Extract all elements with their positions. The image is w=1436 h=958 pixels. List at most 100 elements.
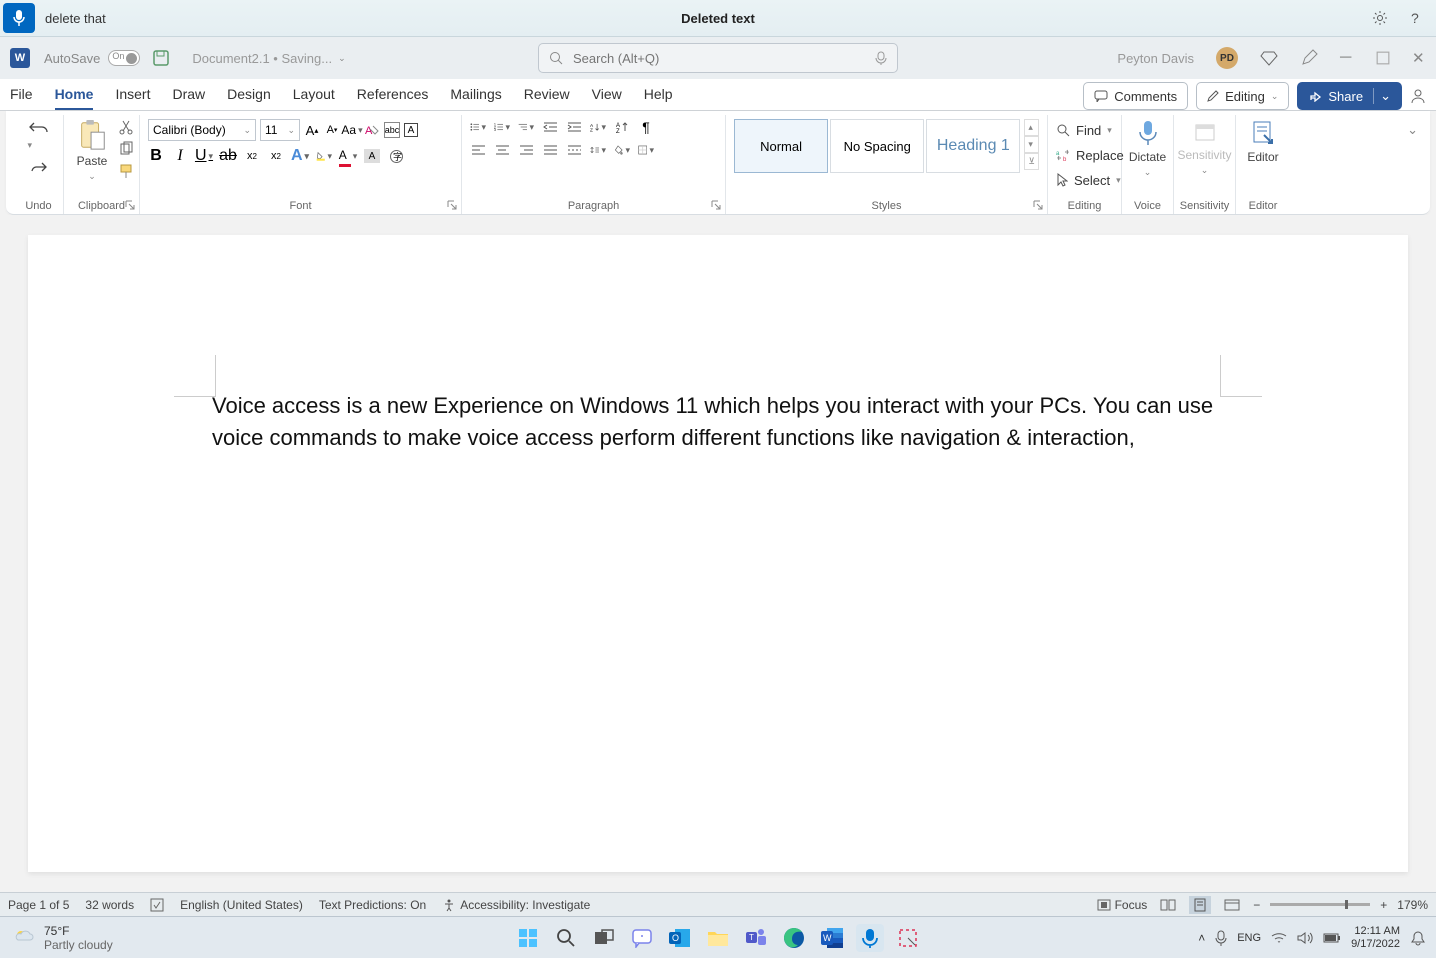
editing-mode-button[interactable]: Editing⌄ — [1196, 82, 1289, 110]
spelling-icon[interactable] — [150, 898, 164, 912]
launcher-icon[interactable] — [711, 200, 721, 210]
tab-help[interactable]: Help — [644, 86, 673, 110]
launcher-icon[interactable] — [1033, 200, 1043, 210]
borders-button[interactable] — [638, 142, 654, 158]
font-size-combo[interactable]: 11⌄ — [260, 119, 300, 141]
read-mode-button[interactable] — [1157, 896, 1179, 914]
tab-mailings[interactable]: Mailings — [450, 86, 501, 110]
share-button[interactable]: Share⌄ — [1297, 82, 1402, 110]
word-count[interactable]: 32 words — [85, 898, 134, 912]
style-heading-1[interactable]: Heading 1 — [926, 119, 1020, 173]
page-indicator[interactable]: Page 1 of 5 — [8, 898, 69, 912]
redo-button[interactable] — [30, 161, 48, 175]
notifications-icon[interactable] — [1410, 930, 1426, 946]
cut-icon[interactable] — [118, 119, 134, 135]
minimize-button[interactable]: ─ — [1340, 49, 1354, 67]
justify-button[interactable] — [542, 142, 558, 158]
strikethrough-button[interactable]: ab — [220, 148, 236, 164]
tab-draw[interactable]: Draw — [172, 86, 205, 110]
launcher-icon[interactable] — [125, 200, 135, 210]
superscript-button[interactable]: x2 — [268, 148, 284, 164]
select-button[interactable]: Select▾ — [1056, 169, 1121, 191]
maximize-button[interactable] — [1376, 51, 1390, 65]
voice-access-app-button[interactable] — [856, 924, 884, 952]
phonetic-icon[interactable]: abc — [384, 122, 400, 138]
change-case-button[interactable]: Aa — [344, 122, 360, 138]
chevron-down-icon[interactable]: ⌄ — [338, 53, 346, 64]
copy-icon[interactable] — [118, 141, 134, 157]
start-button[interactable] — [514, 924, 542, 952]
comments-button[interactable]: Comments — [1083, 82, 1188, 110]
text-effects-button[interactable]: A — [292, 148, 308, 164]
char-border-icon[interactable]: A — [404, 123, 418, 137]
subscript-button[interactable]: x2 — [244, 148, 260, 164]
wifi-icon[interactable] — [1271, 932, 1287, 944]
shrink-font-icon[interactable]: A▾ — [324, 122, 340, 138]
zoom-in-button[interactable]: + — [1380, 898, 1387, 912]
tab-insert[interactable]: Insert — [115, 86, 150, 110]
weather-widget[interactable]: 75°FPartly cloudy — [0, 924, 113, 952]
user-name[interactable]: Peyton Davis — [1117, 51, 1194, 66]
autosave-toggle[interactable]: On — [108, 50, 140, 66]
bold-button[interactable]: B — [148, 148, 164, 164]
grow-font-icon[interactable]: A▴ — [304, 122, 320, 138]
align-center-button[interactable] — [494, 142, 510, 158]
document-body[interactable]: Voice access is a new Experience on Wind… — [212, 390, 1228, 454]
voice-mic-button[interactable] — [3, 3, 35, 33]
multilevel-list-button[interactable] — [518, 119, 534, 135]
style-normal[interactable]: Normal — [734, 119, 828, 173]
style-no-spacing[interactable]: No Spacing — [830, 119, 924, 173]
gear-icon[interactable] — [1372, 10, 1388, 26]
page[interactable]: Voice access is a new Experience on Wind… — [28, 235, 1408, 872]
language-indicator[interactable]: English (United States) — [180, 898, 303, 912]
tray-overflow-button[interactable]: ˄ — [1198, 931, 1205, 945]
align-left-button[interactable] — [470, 142, 486, 158]
focus-mode-button[interactable]: Focus — [1097, 898, 1148, 912]
paragraph-mark-button[interactable]: ¶ — [638, 119, 654, 135]
chat-button[interactable] — [628, 924, 656, 952]
clock[interactable]: 12:11 AM9/17/2022 — [1351, 925, 1400, 949]
help-icon[interactable]: ? — [1406, 10, 1422, 26]
numbering-button[interactable]: 123 — [494, 119, 510, 135]
distributed-button[interactable] — [566, 142, 582, 158]
underline-button[interactable]: U — [196, 148, 212, 164]
tab-file[interactable]: File — [10, 86, 33, 110]
replace-button[interactable]: abReplace — [1056, 144, 1124, 166]
font-name-combo[interactable]: Calibri (Body)⌄ — [148, 119, 256, 141]
paste-button[interactable]: Paste⌄ — [72, 117, 112, 184]
print-layout-button[interactable] — [1189, 896, 1211, 914]
search-button[interactable] — [552, 924, 580, 952]
clear-format-icon[interactable]: A — [364, 122, 380, 138]
accessibility-check[interactable]: Accessibility: Investigate — [442, 898, 590, 912]
zoom-out-button[interactable]: − — [1253, 898, 1260, 912]
document-name[interactable]: Document2.1 • Saving... — [192, 51, 332, 66]
search-input[interactable] — [573, 51, 865, 66]
tab-home[interactable]: Home — [55, 86, 94, 110]
language-tray[interactable]: ENG — [1237, 932, 1261, 944]
shading-button[interactable] — [614, 142, 630, 158]
tab-review[interactable]: Review — [524, 86, 570, 110]
ribbon-collapse-button[interactable]: ⌄ — [1407, 122, 1418, 137]
outlook-button[interactable]: O — [666, 924, 694, 952]
sort-button[interactable]: AZ — [590, 119, 606, 135]
diamond-icon[interactable] — [1260, 49, 1278, 67]
teams-button[interactable]: T — [742, 924, 770, 952]
find-button[interactable]: Find▾ — [1056, 119, 1112, 141]
save-icon[interactable] — [152, 49, 170, 67]
close-button[interactable]: ✕ — [1412, 49, 1426, 67]
font-color-button[interactable]: A — [340, 148, 356, 164]
sort-button-2[interactable]: AZ — [614, 119, 630, 135]
enclose-chars-icon[interactable]: 字 — [388, 148, 404, 164]
dictate-button[interactable]: Dictate⌄ — [1130, 117, 1165, 180]
pen-icon[interactable] — [1300, 49, 1318, 67]
document-area[interactable]: Voice access is a new Experience on Wind… — [0, 215, 1436, 892]
search-box[interactable] — [538, 43, 898, 73]
text-predictions[interactable]: Text Predictions: On — [319, 898, 426, 912]
highlight-button[interactable] — [316, 148, 332, 164]
zoom-slider[interactable] — [1270, 903, 1370, 906]
avatar[interactable]: PD — [1216, 47, 1238, 69]
increase-indent-button[interactable] — [566, 119, 582, 135]
styles-down-button[interactable]: ▾ — [1024, 136, 1039, 153]
char-shading-icon[interactable]: A — [364, 149, 380, 163]
format-painter-icon[interactable] — [118, 163, 134, 179]
